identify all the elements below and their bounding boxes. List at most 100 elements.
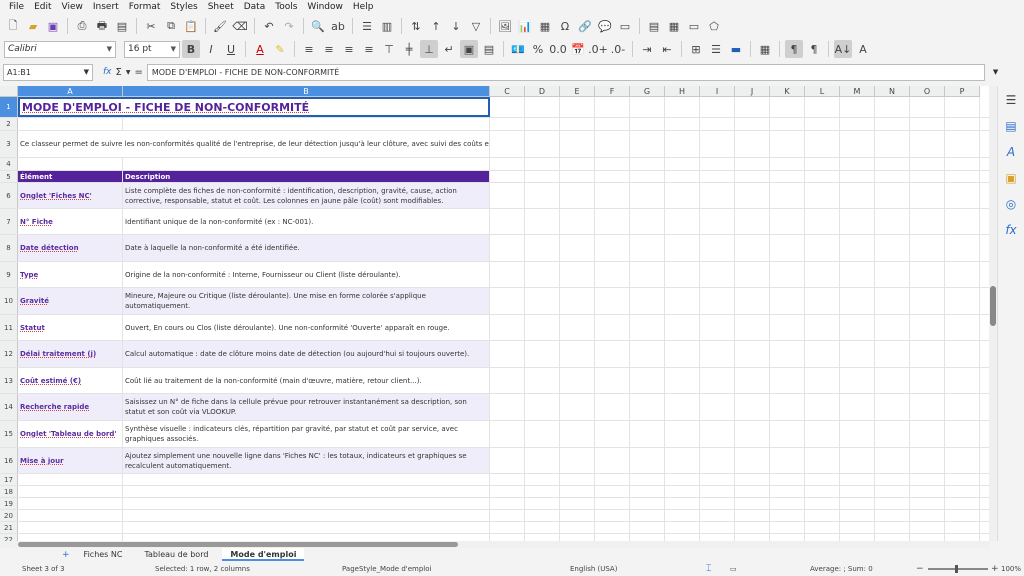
empty-cell[interactable] <box>490 448 989 473</box>
number-format-icon[interactable]: 0.0 <box>549 40 567 58</box>
element-cell[interactable]: Recherche rapide <box>18 394 123 420</box>
intro-cell[interactable]: Ce classeur permet de suivre les non-con… <box>18 131 490 157</box>
row-header[interactable]: 14 <box>0 394 18 420</box>
properties-icon[interactable]: ▤ <box>1003 118 1019 134</box>
row-header[interactable]: 1 <box>0 97 18 117</box>
empty-cell[interactable] <box>490 498 989 509</box>
paste-icon[interactable]: 📋 <box>182 17 200 35</box>
zoom-in-icon[interactable]: + <box>991 564 999 574</box>
row-header[interactable]: 9 <box>0 262 18 287</box>
column-header[interactable]: H <box>665 86 700 97</box>
vertical-scrollbar[interactable] <box>989 86 997 541</box>
column-header[interactable]: A <box>18 86 123 97</box>
element-cell[interactable]: Type <box>18 262 123 287</box>
formula-input[interactable]: MODE D'EMPLOI - FICHE DE NON-CONFORMITÉ <box>146 63 985 81</box>
empty-cell[interactable] <box>490 315 989 340</box>
empty-cell[interactable] <box>490 288 989 314</box>
row-header[interactable]: 21 <box>0 522 18 533</box>
empty-cell[interactable] <box>490 97 989 117</box>
row-header[interactable]: 11 <box>0 315 18 340</box>
row-header[interactable]: 19 <box>0 498 18 509</box>
element-cell[interactable]: Gravité <box>18 288 123 314</box>
spelling-icon[interactable]: ab <box>329 17 347 35</box>
empty-cell[interactable] <box>18 158 123 170</box>
empty-cell[interactable] <box>18 474 123 485</box>
status-page-style[interactable]: PageStyle_Mode d'emploi <box>342 565 431 573</box>
styles-icon[interactable]: A <box>1003 144 1019 160</box>
justify-icon[interactable]: ≡ <box>360 40 378 58</box>
functions-icon[interactable]: fx <box>1003 222 1019 238</box>
menu-format[interactable]: Format <box>124 2 166 12</box>
digital-signature-icon[interactable]: ▭ <box>730 565 737 573</box>
row-header[interactable]: 16 <box>0 448 18 473</box>
row-header[interactable]: 5 <box>0 171 18 182</box>
element-cell[interactable]: Statut <box>18 315 123 340</box>
conditional-format-icon[interactable]: ▦ <box>756 40 774 58</box>
split-window-icon[interactable]: ▭ <box>685 17 703 35</box>
font-color-icon[interactable]: A <box>251 40 269 58</box>
column-header[interactable]: E <box>560 86 595 97</box>
empty-cell[interactable] <box>490 341 989 367</box>
align-middle-icon[interactable]: ╪ <box>400 40 418 58</box>
header-cell-description[interactable]: Description <box>123 171 490 182</box>
clear-formatting-icon[interactable]: ⌫ <box>231 17 249 35</box>
empty-cell[interactable] <box>18 498 123 509</box>
element-cell[interactable]: Onglet 'Fiches NC' <box>18 183 123 208</box>
spreadsheet-grid[interactable]: ABCDEFGHIJKLMNOP 1 MODE D'EMPLOI - FICHE… <box>0 86 989 541</box>
element-cell[interactable]: Mise à jour <box>18 448 123 473</box>
text-vertical-icon[interactable]: A↓ <box>834 40 852 58</box>
empty-cell[interactable] <box>490 394 989 420</box>
align-right-icon[interactable]: ≡ <box>340 40 358 58</box>
empty-cell[interactable] <box>123 522 490 533</box>
row-header[interactable]: 4 <box>0 158 18 170</box>
empty-cell[interactable] <box>490 522 989 533</box>
undo-icon[interactable]: ↶ <box>260 17 278 35</box>
empty-cell[interactable] <box>490 534 989 541</box>
row-header[interactable]: 22 <box>0 534 18 541</box>
font-name-box[interactable]: Calibri ▼ <box>4 40 116 58</box>
empty-cell[interactable] <box>123 158 490 170</box>
description-cell[interactable]: Origine de la non-conformité : Interne, … <box>123 262 490 287</box>
column-header[interactable]: P <box>945 86 980 97</box>
empty-cell[interactable] <box>123 498 490 509</box>
comment-icon[interactable]: 💬 <box>596 17 614 35</box>
empty-cell[interactable] <box>490 486 989 497</box>
column-header[interactable]: O <box>910 86 945 97</box>
empty-cell[interactable] <box>490 421 989 447</box>
print-preview-icon[interactable]: ▤ <box>113 17 131 35</box>
empty-cell[interactable] <box>123 474 490 485</box>
description-cell[interactable]: Identifiant unique de la non-conformité … <box>123 209 490 234</box>
horizontal-scroll-thumb[interactable] <box>18 542 458 547</box>
border-color-icon[interactable]: ▬ <box>727 40 745 58</box>
menu-sheet[interactable]: Sheet <box>203 2 239 12</box>
row-header[interactable]: 10 <box>0 288 18 314</box>
column-header[interactable]: K <box>770 86 805 97</box>
empty-cell[interactable] <box>18 522 123 533</box>
empty-cell[interactable] <box>490 510 989 521</box>
row-header[interactable]: 7 <box>0 209 18 234</box>
save-icon[interactable]: ▣ <box>44 17 62 35</box>
sort-ascending-icon[interactable]: ↑ <box>427 17 445 35</box>
empty-cell[interactable] <box>490 209 989 234</box>
tab-tableau-de-bord[interactable]: Tableau de bord <box>136 548 216 561</box>
row-header[interactable]: 13 <box>0 368 18 393</box>
empty-cell[interactable] <box>490 262 989 287</box>
find-replace-icon[interactable]: 🔍 <box>309 17 327 35</box>
menu-file[interactable]: File <box>4 2 29 12</box>
align-bottom-icon[interactable]: ⊥ <box>420 40 438 58</box>
empty-cell[interactable] <box>490 368 989 393</box>
column-header[interactable]: G <box>630 86 665 97</box>
left-to-right-icon[interactable]: ¶ <box>785 40 803 58</box>
empty-cell[interactable] <box>18 510 123 521</box>
title-cell[interactable]: MODE D'EMPLOI - FICHE DE NON-CONFORMITÉ <box>18 97 490 117</box>
column-header[interactable]: J <box>735 86 770 97</box>
decrease-indent-icon[interactable]: ⇤ <box>658 40 676 58</box>
menu-tools[interactable]: Tools <box>270 2 302 12</box>
row-icon[interactable]: ☰ <box>358 17 376 35</box>
name-box[interactable]: A1:B1 ▼ <box>3 63 93 81</box>
empty-cell[interactable] <box>123 534 490 541</box>
row-header[interactable]: 8 <box>0 235 18 261</box>
select-all-corner[interactable] <box>0 86 18 97</box>
align-left-icon[interactable]: ≡ <box>300 40 318 58</box>
row-header[interactable]: 6 <box>0 183 18 208</box>
